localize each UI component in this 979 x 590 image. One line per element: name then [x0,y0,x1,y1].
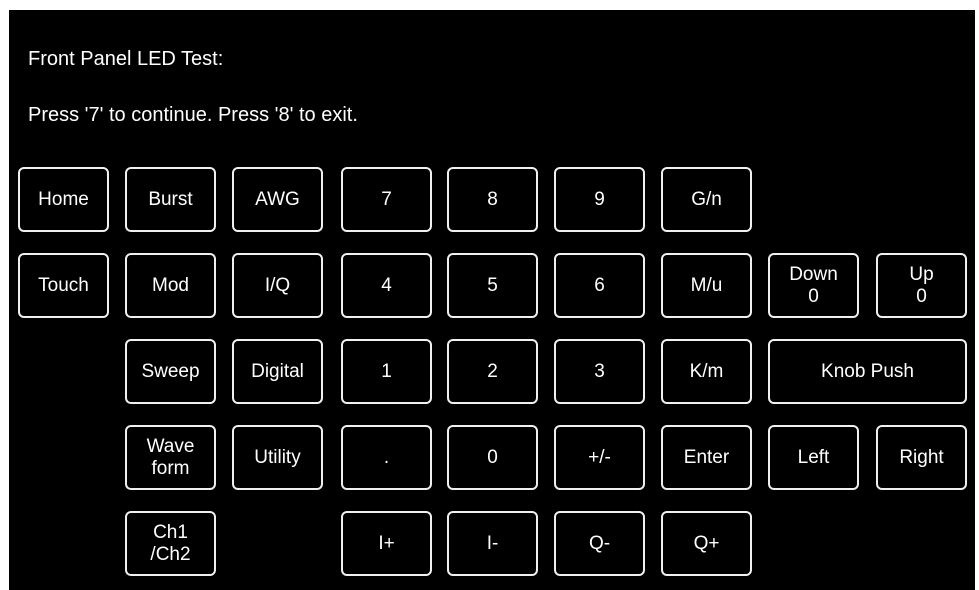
utility-key[interactable]: Utility [232,425,323,490]
burst-key[interactable]: Burst [125,167,216,232]
digit-0-key[interactable]: 0 [447,425,538,490]
m-u-key[interactable]: M/u [661,253,752,318]
digit-4-key[interactable]: 4 [341,253,432,318]
down-key[interactable]: Down 0 [768,253,859,318]
i-minus-key[interactable]: I- [447,511,538,576]
i-plus-key[interactable]: I+ [341,511,432,576]
q-plus-key[interactable]: Q+ [661,511,752,576]
digital-key[interactable]: Digital [232,339,323,404]
g-n-key[interactable]: G/n [661,167,752,232]
digit-5-key[interactable]: 5 [447,253,538,318]
ch1-ch2-key[interactable]: Ch1/Ch2 [125,511,216,576]
digit-8-key[interactable]: 8 [447,167,538,232]
touch-key[interactable]: Touch [18,253,109,318]
waveform-key[interactable]: Wave form [125,425,216,490]
digit-1-key[interactable]: 1 [341,339,432,404]
enter-key[interactable]: Enter [661,425,752,490]
k-m-key[interactable]: K/m [661,339,752,404]
awg-key[interactable]: AWG [232,167,323,232]
digit-2-key[interactable]: 2 [447,339,538,404]
q-minus-key[interactable]: Q- [554,511,645,576]
test-title: Front Panel LED Test: [28,48,224,70]
sweep-key[interactable]: Sweep [125,339,216,404]
home-key[interactable]: Home [18,167,109,232]
digit-7-key[interactable]: 7 [341,167,432,232]
digit-6-key[interactable]: 6 [554,253,645,318]
iq-key[interactable]: I/Q [232,253,323,318]
plus-minus-key[interactable]: +/- [554,425,645,490]
digit-9-key[interactable]: 9 [554,167,645,232]
test-prompt: Press '7' to continue. Press '8' to exit… [28,104,358,126]
left-key[interactable]: Left [768,425,859,490]
mod-key[interactable]: Mod [125,253,216,318]
digit-3-key[interactable]: 3 [554,339,645,404]
knob-push-key[interactable]: Knob Push [768,339,967,404]
decimal-point-key[interactable]: . [341,425,432,490]
up-key[interactable]: Up 0 [876,253,967,318]
right-key[interactable]: Right [876,425,967,490]
